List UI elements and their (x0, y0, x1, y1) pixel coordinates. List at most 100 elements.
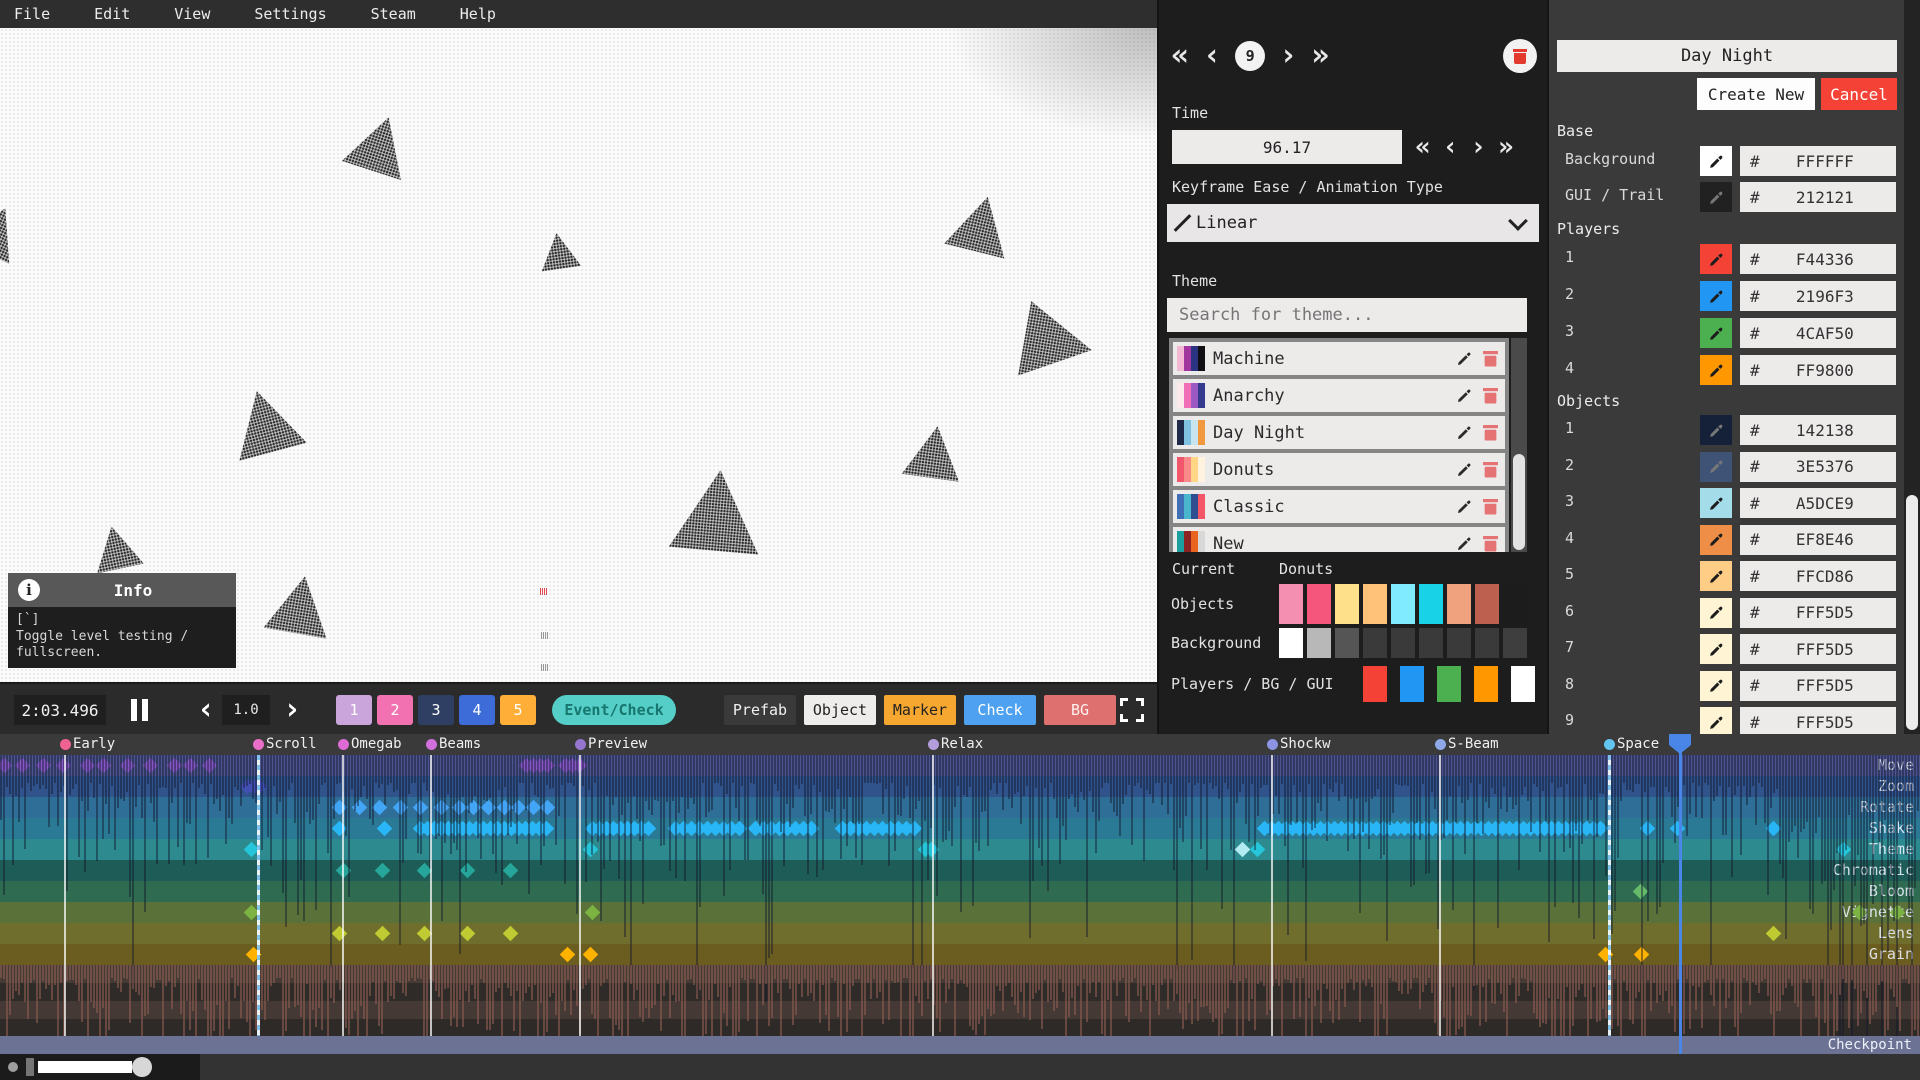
theme-list-item[interactable]: Donuts (1173, 453, 1505, 486)
color-picker-button[interactable] (1700, 318, 1732, 348)
cancel-button[interactable]: Cancel (1821, 78, 1897, 110)
palette-swatch[interactable] (1307, 628, 1331, 658)
palette-swatch[interactable] (1437, 666, 1461, 702)
time-big-back-button[interactable]: « (1415, 132, 1431, 162)
palette-swatch[interactable] (1391, 584, 1415, 624)
hex-value-field[interactable]: #EF8E46 (1740, 525, 1896, 555)
color-picker-button[interactable] (1700, 244, 1732, 274)
zoom-knob[interactable] (132, 1057, 152, 1077)
edit-theme-icon[interactable] (1455, 350, 1473, 368)
hex-value-field[interactable]: #FFF5D5 (1740, 598, 1896, 628)
edit-theme-icon[interactable] (1455, 387, 1473, 405)
palette-swatch[interactable] (1307, 584, 1331, 624)
hex-value-field[interactable]: #FFCD86 (1740, 561, 1896, 591)
layer-button-1[interactable]: 1 (336, 695, 372, 725)
marker-dot-space[interactable] (1604, 739, 1615, 750)
time-small-back-button[interactable]: ‹ (1443, 132, 1459, 162)
zoom-out-dot[interactable] (8, 1062, 18, 1072)
hex-value-field[interactable]: #212121 (1740, 182, 1896, 212)
hex-value-field[interactable]: #FFF5D5 (1740, 671, 1896, 701)
last-keyframe-button[interactable]: » (1311, 41, 1329, 71)
fullscreen-icon[interactable] (1120, 698, 1144, 722)
hex-value-field[interactable]: #FFFFFF (1740, 146, 1896, 176)
palette-swatch[interactable] (1363, 584, 1387, 624)
playhead-line[interactable] (1679, 734, 1682, 1054)
marker-dot-shockw[interactable] (1267, 739, 1278, 750)
menu-item-steam[interactable]: Steam (371, 5, 416, 23)
marker-dot-s-beam[interactable] (1435, 739, 1446, 750)
hex-value-field[interactable]: #FFF5D5 (1740, 707, 1896, 737)
mode-button-marker[interactable]: Marker (884, 695, 956, 725)
menu-item-view[interactable]: View (174, 5, 210, 23)
palette-swatch[interactable] (1335, 584, 1359, 624)
time-small-fwd-button[interactable]: › (1470, 132, 1486, 162)
marker-dot-preview[interactable] (575, 739, 586, 750)
color-picker-button[interactable] (1700, 452, 1732, 482)
color-picker-button[interactable] (1700, 182, 1732, 212)
hex-value-field[interactable]: #3E5376 (1740, 452, 1896, 482)
delete-theme-icon[interactable] (1481, 387, 1499, 405)
marker-dot-omegab[interactable] (338, 739, 349, 750)
theme-list-scrollbar[interactable] (1511, 338, 1527, 552)
event-timeline[interactable]: EarlyScrollOmegabBeamsPreviewRelaxShockw… (0, 734, 1920, 1080)
time-big-fwd-button[interactable]: » (1498, 132, 1514, 162)
mode-button-prefab[interactable]: Prefab (724, 695, 796, 725)
first-keyframe-button[interactable]: « (1171, 41, 1189, 71)
theme-name-input[interactable] (1557, 40, 1897, 72)
menu-item-help[interactable]: Help (460, 5, 496, 23)
palette-swatch[interactable] (1363, 666, 1387, 702)
event-check-toggle[interactable]: Event/Check (552, 695, 676, 725)
color-picker-button[interactable] (1700, 525, 1732, 555)
slider-handle[interactable] (26, 1058, 34, 1076)
palette-swatch[interactable] (1475, 584, 1499, 624)
marker-dot-scroll[interactable] (253, 739, 264, 750)
layer-button-5[interactable]: 5 (500, 695, 536, 725)
timeline-zoom-slider[interactable] (0, 1054, 200, 1080)
palette-swatch[interactable] (1400, 666, 1424, 702)
ease-dropdown[interactable]: Linear (1167, 204, 1539, 242)
palette-swatch[interactable] (1419, 584, 1443, 624)
theme-list-item[interactable]: Anarchy (1173, 379, 1505, 412)
edit-theme-icon[interactable] (1455, 424, 1473, 442)
palette-swatch[interactable] (1474, 666, 1498, 702)
marker-dot-beams[interactable] (426, 739, 437, 750)
delete-theme-icon[interactable] (1481, 535, 1499, 553)
hex-value-field[interactable]: #2196F3 (1740, 281, 1896, 311)
hex-value-field[interactable]: #A5DCE9 (1740, 488, 1896, 518)
palette-swatch[interactable] (1391, 628, 1415, 658)
next-keyframe-button[interactable]: › (1279, 41, 1297, 71)
theme-list-item[interactable]: Day Night (1173, 416, 1505, 449)
palette-swatch[interactable] (1503, 628, 1527, 658)
checkpoint-row[interactable]: Checkpoint (0, 1036, 1920, 1054)
palette-swatch[interactable] (1279, 584, 1303, 624)
theme-list-item[interactable]: New (1173, 527, 1505, 552)
hex-value-field[interactable]: #FFF5D5 (1740, 634, 1896, 664)
menu-item-edit[interactable]: Edit (94, 5, 130, 23)
theme-editor-scrollbar[interactable] (1904, 0, 1920, 734)
pause-button[interactable] (126, 695, 152, 725)
color-picker-button[interactable] (1700, 707, 1732, 737)
palette-swatch[interactable] (1475, 628, 1499, 658)
slider-track[interactable] (38, 1061, 132, 1073)
delete-keyframe-button[interactable] (1503, 39, 1537, 73)
delete-theme-icon[interactable] (1481, 461, 1499, 479)
mode-button-object[interactable]: Object (804, 695, 876, 725)
palette-swatch[interactable] (1335, 628, 1359, 658)
marker-dot-early[interactable] (60, 739, 71, 750)
edit-theme-icon[interactable] (1455, 535, 1473, 553)
layer-button-4[interactable]: 4 (459, 695, 495, 725)
speed-up-button[interactable]: › (282, 695, 302, 725)
create-new-button[interactable]: Create New (1697, 78, 1815, 110)
color-picker-button[interactable] (1700, 561, 1732, 591)
speed-down-button[interactable]: ‹ (196, 695, 216, 725)
color-picker-button[interactable] (1700, 671, 1732, 701)
theme-list-item[interactable]: Classic (1173, 490, 1505, 523)
prev-keyframe-button[interactable]: ‹ (1203, 41, 1221, 71)
marker-bar[interactable]: EarlyScrollOmegabBeamsPreviewRelaxShockw… (0, 734, 1920, 755)
edit-theme-icon[interactable] (1455, 498, 1473, 516)
hex-value-field[interactable]: #FF9800 (1740, 355, 1896, 385)
color-picker-button[interactable] (1700, 488, 1732, 518)
layer-button-2[interactable]: 2 (377, 695, 413, 725)
mode-button-bg[interactable]: BG (1044, 695, 1116, 725)
hex-value-field[interactable]: #F44336 (1740, 244, 1896, 274)
